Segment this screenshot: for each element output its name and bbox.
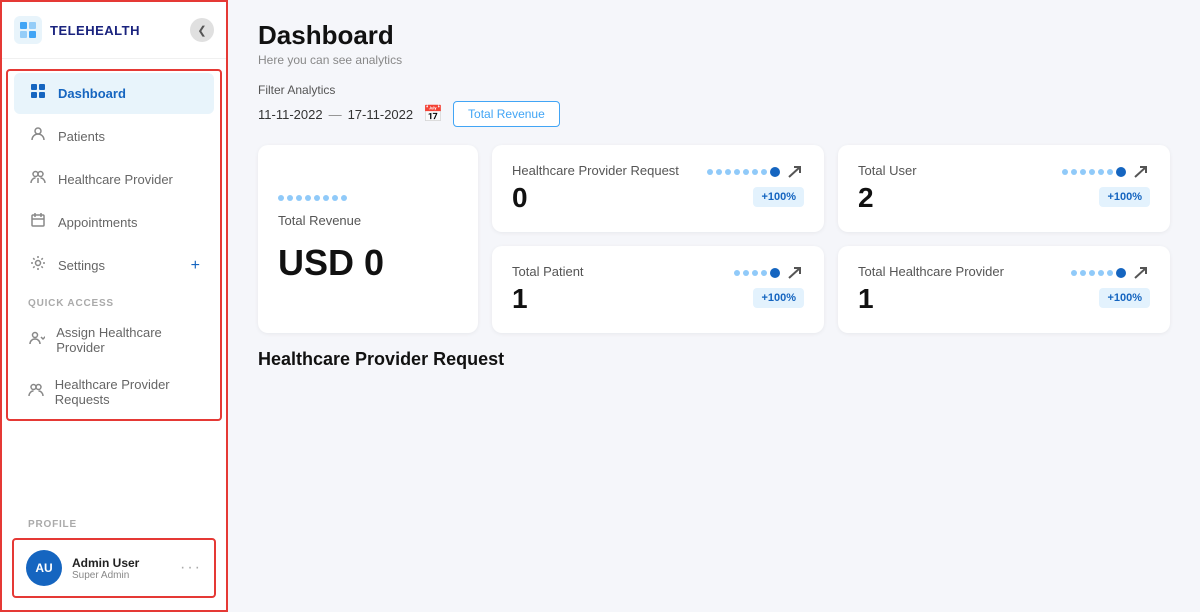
- assign-hp-icon: [28, 330, 46, 351]
- stat-value-total-user: 2: [858, 182, 917, 214]
- sidebar-item-settings[interactable]: Settings +: [14, 245, 214, 286]
- stat-chart-total-hp: +100%: [1071, 264, 1150, 308]
- logo-area: TELEHEALTH: [14, 16, 140, 44]
- sidebar-item-hp-requests-label: Healthcare Provider Requests: [55, 377, 200, 407]
- stat-badge-total-user: +100%: [1099, 187, 1150, 207]
- profile-section: AU Admin User Super Admin ···: [12, 538, 216, 598]
- stat-left-hp: Total Healthcare Provider 1: [858, 264, 1004, 315]
- page-title: Dashboard: [258, 20, 1170, 51]
- patients-icon: [28, 126, 48, 147]
- stat-value-hp-request: 0: [512, 182, 679, 214]
- sidebar-item-appointments[interactable]: Appointments: [14, 202, 214, 243]
- sidebar-item-hp-requests[interactable]: Healthcare Provider Requests: [14, 367, 214, 417]
- total-user-dots: [1062, 167, 1126, 177]
- filter-row: 11-11-2022 — 17-11-2022 📅 Total Revenue: [258, 101, 1170, 127]
- stat-inner-hp: Total Healthcare Provider 1 +100%: [858, 264, 1150, 315]
- stat-card-hp-request: Healthcare Provider Request 0 +100%: [492, 145, 824, 232]
- stat-inner: Healthcare Provider Request 0 +100%: [512, 163, 804, 214]
- stat-badge-total-hp: +100%: [1099, 288, 1150, 308]
- avatar: AU: [26, 550, 62, 586]
- stat-left-user: Total User 2: [858, 163, 917, 214]
- stat-inner-patient: Total Patient 1 +100%: [512, 264, 804, 315]
- bottom-section-heading: Healthcare Provider Request: [258, 349, 1170, 370]
- sidebar-item-dashboard-label: Dashboard: [58, 86, 126, 101]
- stat-chart-total-patient: +100%: [734, 264, 804, 308]
- stat-label-total-patient: Total Patient: [512, 264, 584, 279]
- stat-chart-total-user: +100%: [1062, 163, 1150, 207]
- revenue-dot-chart: [278, 195, 347, 201]
- sidebar-item-patients[interactable]: Patients: [14, 116, 214, 157]
- page-subtitle: Here you can see analytics: [258, 53, 1170, 67]
- trend-icon-hp-request: [786, 163, 804, 181]
- date-range: 11-11-2022 — 17-11-2022: [258, 107, 413, 122]
- sidebar-navigation: Dashboard Patients Healthcare Provider A…: [2, 59, 226, 505]
- profile-section-label: PROFILE: [8, 509, 220, 534]
- stat-value-total-patient: 1: [512, 283, 584, 315]
- stat-left-patient: Total Patient 1: [512, 264, 584, 315]
- sidebar-header: TELEHEALTH ❮: [2, 2, 226, 59]
- calendar-icon[interactable]: 📅: [423, 104, 443, 124]
- settings-icon: [28, 255, 48, 276]
- stat-label-total-user: Total User: [858, 163, 917, 178]
- revenue-value: USD 0: [278, 242, 458, 284]
- sidebar-item-dashboard[interactable]: Dashboard: [14, 73, 214, 114]
- collapse-button[interactable]: ❮: [190, 18, 214, 42]
- stat-label-hp-request: Healthcare Provider Request: [512, 163, 679, 178]
- sidebar-item-assign-hp[interactable]: Assign Healthcare Provider: [14, 315, 214, 365]
- dashboard-icon: [28, 83, 48, 104]
- trend-icon-total-user: [1132, 163, 1150, 181]
- filter-total-revenue-button[interactable]: Total Revenue: [453, 101, 560, 127]
- nav-selection-box: Dashboard Patients Healthcare Provider A…: [6, 69, 222, 421]
- filter-label: Filter Analytics: [258, 83, 1170, 97]
- sidebar-item-patients-label: Patients: [58, 129, 105, 144]
- total-patient-dots: [734, 268, 780, 278]
- hp-requests-icon: [28, 382, 45, 403]
- stats-grid: Healthcare Provider Request 0 +100%: [492, 145, 1170, 333]
- trend-icon-total-patient: [786, 264, 804, 282]
- hp-request-dots: [707, 167, 780, 177]
- stat-card-total-patient: Total Patient 1 +100%: [492, 246, 824, 333]
- sidebar-item-assign-hp-label: Assign Healthcare Provider: [56, 325, 200, 355]
- total-hp-dots: [1071, 268, 1126, 278]
- main-content: Dashboard Here you can see analytics Fil…: [228, 0, 1200, 612]
- stat-chart-hp-request: +100%: [707, 163, 804, 207]
- stat-label-total-hp: Total Healthcare Provider: [858, 264, 1004, 279]
- healthcare-provider-icon: [28, 169, 48, 190]
- profile-role: Super Admin: [72, 570, 170, 581]
- stat-badge-total-patient: +100%: [753, 288, 804, 308]
- date-from: 11-11-2022: [258, 107, 323, 122]
- stats-section: Total Revenue USD 0 Healthcare Provider …: [258, 145, 1170, 333]
- revenue-label: Total Revenue: [278, 213, 458, 228]
- sidebar: TELEHEALTH ❮ Dashboard Patients: [0, 0, 228, 612]
- revenue-card: Total Revenue USD 0: [258, 145, 478, 333]
- date-to: 17-11-2022: [348, 107, 414, 122]
- filter-section: Filter Analytics 11-11-2022 — 17-11-2022…: [258, 83, 1170, 127]
- stat-left: Healthcare Provider Request 0: [512, 163, 679, 214]
- profile-menu-button[interactable]: ···: [180, 559, 202, 577]
- sidebar-item-healthcare-provider[interactable]: Healthcare Provider: [14, 159, 214, 200]
- stat-card-total-user: Total User 2 +100%: [838, 145, 1170, 232]
- sidebar-item-appointments-label: Appointments: [58, 215, 138, 230]
- date-dash: —: [329, 107, 342, 122]
- trend-icon-total-hp: [1132, 264, 1150, 282]
- stat-value-total-hp: 1: [858, 283, 1004, 315]
- profile-name: Admin User: [72, 556, 170, 570]
- quick-access-label: QUICK ACCESS: [8, 288, 220, 313]
- settings-plus-icon[interactable]: +: [191, 257, 200, 275]
- profile-info: Admin User Super Admin: [72, 556, 170, 581]
- logo-icon: [14, 16, 42, 44]
- stat-inner-user: Total User 2 +100%: [858, 163, 1150, 214]
- appointments-icon: [28, 212, 48, 233]
- sidebar-item-settings-label: Settings: [58, 258, 105, 273]
- stat-badge-hp-request: +100%: [753, 187, 804, 207]
- sidebar-item-healthcare-provider-label: Healthcare Provider: [58, 172, 173, 187]
- logo-text: TELEHEALTH: [50, 23, 140, 38]
- stat-card-total-hp: Total Healthcare Provider 1 +100%: [838, 246, 1170, 333]
